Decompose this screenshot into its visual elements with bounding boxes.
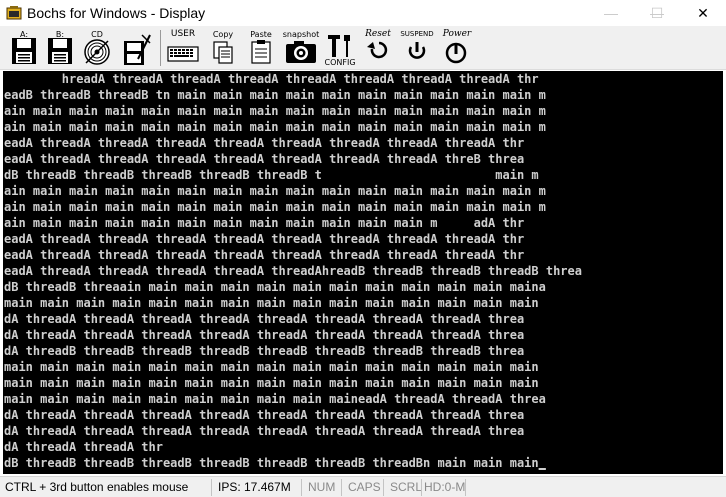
console-line: ain main main main main main main main m… [4,200,546,214]
minimize-icon: — [604,5,618,21]
text-cursor: _ [538,456,546,470]
copy-button[interactable]: Copy [208,29,238,67]
console-line: ain main main main main main main main m… [4,120,546,134]
console-line: dA threadA threadA threadA threadA threa… [4,424,525,438]
usb-button[interactable] [118,29,154,67]
floppy-b-label: B: [55,30,65,39]
console-line: dB threadB threadB threadB threadB threa… [4,456,546,470]
usb-drive-icon [124,34,151,65]
console-line: main main main main main main main main … [4,376,539,390]
console-line: ain main main main main main main main m… [4,104,546,118]
console-line: dB threadB threaain main main main main … [4,280,546,294]
close-button[interactable]: ✕ [680,0,726,26]
emulator-display[interactable]: hreadA threadA threadA threadA threadA t… [3,71,723,474]
window-title: Bochs for Windows - Display [27,5,206,21]
config-button[interactable]: CONFIG [324,29,356,67]
maximize-icon: ☐ [650,5,664,21]
console-line: eadA threadA threadA threadA threadA thr… [4,232,525,246]
maximize-button[interactable]: ☐ [634,0,680,26]
console-line: dB threadB threadB threadB threadB threa… [4,168,539,182]
suspend-button[interactable]: SUSPEND [400,29,434,67]
console-line: ain main main main main main main main m… [4,184,546,198]
console-line: ain main main main main main main main m… [4,216,525,230]
ips-indicator: IPS: 17.467M [218,480,291,494]
power-button[interactable]: Power [440,29,474,67]
floppy-a-label: A: [19,30,29,39]
scroll-lock-indicator: SCRL [390,480,423,494]
status-bar: CTRL + 3rd button enables mouse IPS: 17.… [0,476,726,497]
console-line: eadA threadA threadA threadA threadA thr… [4,264,582,278]
paste-button[interactable]: Paste [246,29,276,67]
console-line: eadA threadA threadA threadA threadA thr… [4,152,525,166]
snapshot-button[interactable]: snapshot [282,29,320,67]
num-lock-indicator: NUM [308,480,336,494]
suspend-label: SUSPEND [400,30,434,38]
copy-label: Copy [212,30,234,39]
floppy-b-button[interactable]: B: [43,29,77,67]
cdrom-label: CD [91,30,103,39]
console-line: dA threadB threadB threadB threadB threa… [4,344,525,358]
floppy-a-button[interactable]: A: [7,29,41,67]
paste-label: Paste [250,30,272,39]
cdrom-button[interactable]: CD [80,29,114,67]
reset-button[interactable]: Reset [362,29,394,67]
console-line: main main main main main main main main … [4,392,546,406]
close-icon: ✕ [697,5,709,21]
console-line: dA threadA threadA thr [4,440,163,454]
console-line: eadA threadA threadA threadA threadA thr… [4,136,525,150]
console-line: main main main main main main main main … [4,296,539,310]
console-line: dA threadA threadA threadA threadA threa… [4,328,525,342]
user-label: USER [170,29,196,39]
bochs-app-icon [6,6,22,20]
console-line: eadB threadB threadB tn main main main m… [4,88,546,102]
console-line: eadA threadA threadA threadA threadA thr… [4,248,525,262]
console-line: main main main main main main main main … [4,360,539,374]
user-button[interactable]: USER [165,29,201,67]
hd-indicator: HD:0-M [424,480,465,494]
console-line: dA threadA threadA threadA threadA threa… [4,408,525,422]
toolbar-separator [160,30,161,66]
config-label: CONFIG [324,58,356,67]
minimize-button-2[interactable]: — [588,0,634,26]
console-line: dA threadA threadA threadA threadA threa… [4,312,525,326]
caps-lock-indicator: CAPS [348,480,381,494]
power-label: Power [442,29,472,39]
mouse-hint: CTRL + 3rd button enables mouse [5,480,189,494]
toolbar: A: B: CD USER Copy Paste snapshot CONFIG… [0,26,726,70]
console-text: hreadA threadA threadA threadA threadA t… [4,71,723,471]
reset-label: Reset [365,29,391,39]
console-line: hreadA threadA threadA threadA threadA t… [4,72,539,86]
snapshot-label: snapshot [282,30,320,39]
